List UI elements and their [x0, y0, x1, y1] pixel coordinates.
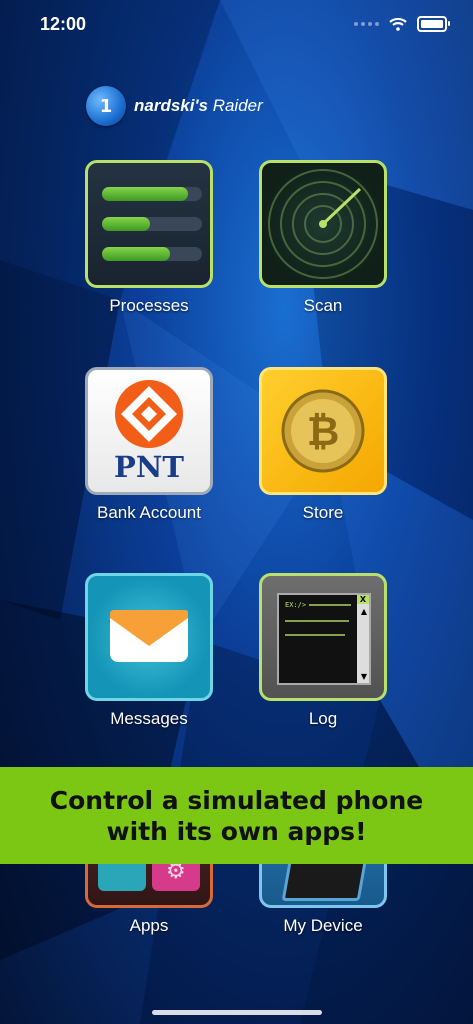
home-indicator[interactable] [152, 1010, 322, 1015]
app-store[interactable]: ₿ Store [259, 367, 387, 523]
title-bold: nardski's [134, 96, 208, 115]
app-scan[interactable]: Scan [259, 160, 387, 316]
app-processes[interactable]: Processes [85, 160, 213, 316]
status-icons [354, 16, 450, 32]
status-bar: 12:00 [0, 0, 473, 50]
battery-icon [417, 16, 450, 32]
app-label: Processes [109, 296, 189, 315]
terminal-log-icon[interactable]: EX:/> X ▼ ▲ [259, 573, 387, 701]
app-messages[interactable]: Messages [85, 573, 213, 729]
envelope-icon[interactable] [85, 573, 213, 701]
app-log[interactable]: EX:/> X ▼ ▲ Log [259, 573, 387, 729]
svg-text:₿: ₿ [307, 409, 340, 455]
promo-text: Control a simulated phone with its own a… [50, 785, 424, 847]
clock: 12:00 [40, 14, 87, 34]
level-badge: 1 [86, 86, 126, 126]
wifi-icon [389, 17, 407, 31]
background-facets [0, 0, 473, 1024]
brand-header: 1 nardski's Raider [86, 86, 263, 126]
bitcoin-icon[interactable]: ₿ [259, 367, 387, 495]
app-label: Scan [303, 296, 343, 315]
radar-icon[interactable] [259, 160, 387, 288]
app-label: Bank Account [97, 503, 201, 522]
game-title: nardski's Raider [134, 96, 263, 116]
log-close-button: X [357, 595, 369, 604]
promo-line-1: Control a simulated phone [49, 785, 424, 815]
processes-icon[interactable] [85, 160, 213, 288]
app-bank-account[interactable]: PNT Bank Account [85, 367, 213, 523]
app-label: Store [302, 503, 344, 522]
promo-line-2: with its own apps! [106, 816, 367, 846]
app-label: Apps [129, 916, 169, 935]
bank-logo-icon[interactable]: PNT [85, 367, 213, 495]
bank-logo-text: PNT [114, 450, 184, 484]
log-prompt: EX:/> [285, 601, 307, 609]
app-label: My Device [283, 916, 363, 935]
signal-icon [354, 22, 379, 26]
title-rest: Raider [212, 96, 263, 115]
app-label: Messages [110, 709, 188, 728]
promo-banner: Control a simulated phone with its own a… [0, 767, 473, 864]
app-label: Log [308, 709, 338, 728]
